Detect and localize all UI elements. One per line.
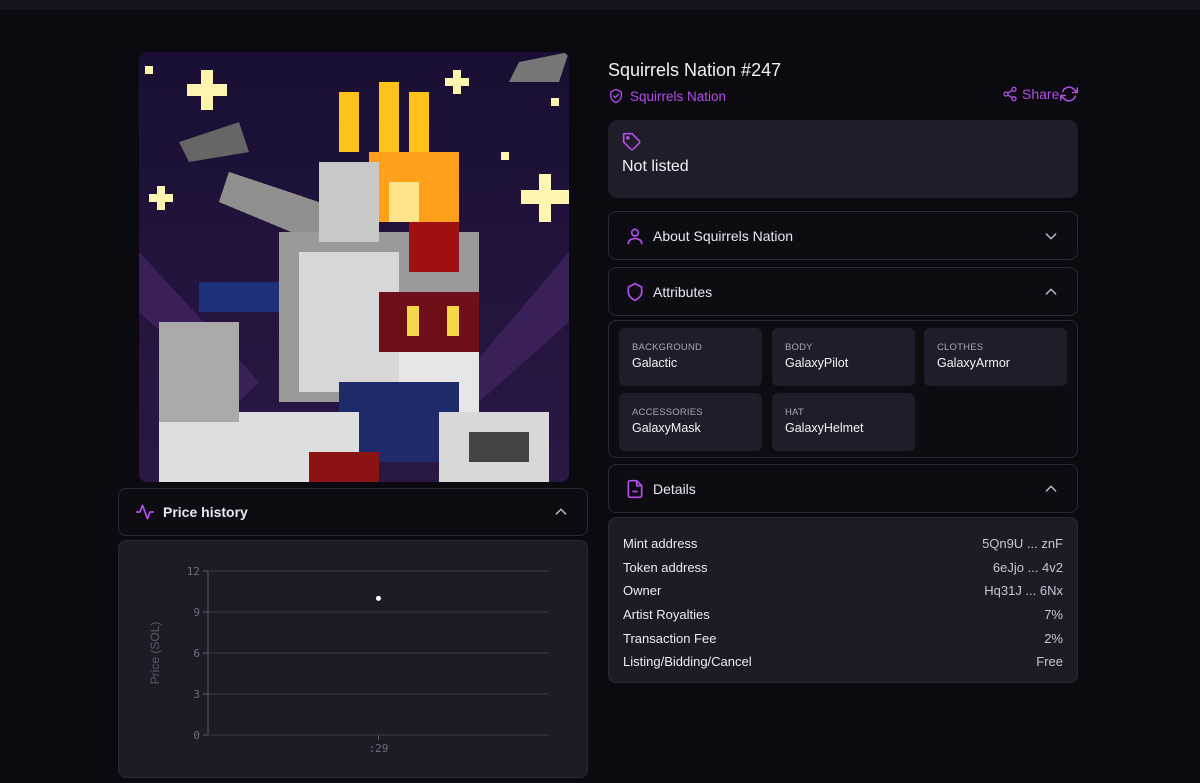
detail-value: Free — [1036, 654, 1063, 670]
detail-key: Listing/Bidding/Cancel — [623, 654, 752, 670]
attribute-value: GalaxyArmor — [937, 356, 1010, 370]
x-tick-label: :29 — [369, 742, 389, 755]
attribute-card: ACCESSORIES GalaxyMask — [619, 393, 762, 451]
y-tick-label: 12 — [187, 565, 200, 578]
listing-card: Not listed — [608, 120, 1078, 198]
verified-shield-icon — [608, 88, 624, 104]
attributes-panel: BACKGROUND Galactic BODY GalaxyPilot CLO… — [608, 320, 1078, 458]
detail-key: Owner — [623, 583, 662, 599]
price-chart-svg: 0 3 6 9 12 :29 Price (SOL) — [148, 565, 549, 755]
nft-title: Squirrels Nation #247 — [608, 60, 782, 80]
attribute-key: BODY — [785, 342, 813, 353]
details-row: Owner Hq31J ... 6Nx — [623, 579, 1063, 603]
about-label: About Squirrels Nation — [653, 227, 794, 244]
attributes-label: Attributes — [653, 283, 713, 300]
share-label: Share — [1022, 86, 1060, 102]
share-button[interactable]: Share — [1002, 86, 1059, 102]
about-collection-accordion[interactable]: About Squirrels Nation — [608, 211, 1078, 260]
attribute-card: BACKGROUND Galactic — [619, 328, 762, 386]
attribute-key: CLOTHES — [937, 342, 984, 353]
attribute-value: GalaxyHelmet — [785, 421, 864, 435]
y-tick-label: 9 — [193, 606, 200, 619]
nft-image — [139, 52, 569, 482]
detail-value: 2% — [1044, 630, 1063, 646]
shield-icon — [625, 281, 647, 303]
detail-value: 7% — [1044, 607, 1063, 623]
y-tick-label: 3 — [193, 688, 200, 701]
attribute-card: HAT GalaxyHelmet — [772, 393, 915, 451]
detail-value[interactable]: Hq31J ... 6Nx — [984, 583, 1063, 598]
collection-link[interactable]: Squirrels Nation — [608, 88, 726, 104]
details-row: Listing/Bidding/Cancel Free — [623, 650, 1063, 674]
y-axis-label: Price (SOL) — [148, 622, 162, 685]
y-tick-label: 6 — [193, 647, 200, 660]
details-accordion[interactable]: Details — [608, 464, 1078, 513]
attribute-value: GalaxyPilot — [785, 356, 849, 370]
data-point — [376, 595, 381, 601]
chevron-up-icon[interactable] — [551, 502, 571, 522]
detail-key: Mint address — [623, 536, 698, 552]
attribute-card: BODY GalaxyPilot — [772, 328, 915, 386]
detail-key: Token address — [623, 559, 708, 575]
share-icon — [1002, 86, 1018, 102]
attribute-value: Galactic — [632, 356, 678, 370]
document-icon — [625, 478, 647, 500]
attribute-key: HAT — [785, 407, 804, 418]
details-label: Details — [653, 480, 696, 497]
attributes-accordion[interactable]: Attributes — [608, 267, 1078, 316]
price-history-chart: 0 3 6 9 12 :29 Price (SOL) — [118, 540, 588, 778]
attribute-card: CLOTHES GalaxyArmor — [924, 328, 1067, 386]
collection-name: Squirrels Nation — [630, 88, 727, 104]
chevron-up-icon[interactable] — [1041, 479, 1061, 499]
refresh-icon[interactable] — [1060, 85, 1078, 103]
user-icon — [625, 225, 647, 247]
detail-key: Artist Royalties — [623, 607, 710, 623]
price-history-header[interactable]: Price history — [118, 488, 588, 536]
top-bar — [0, 0, 1200, 10]
details-row: Artist Royalties 7% — [623, 603, 1063, 627]
chevron-up-icon[interactable] — [1041, 282, 1061, 302]
chevron-down-icon[interactable] — [1041, 226, 1061, 246]
detail-value[interactable]: 6eJjo ... 4v2 — [993, 560, 1063, 575]
attribute-key: BACKGROUND — [632, 342, 703, 353]
details-row: Transaction Fee 2% — [623, 626, 1063, 650]
price-history-title: Price history — [163, 504, 248, 520]
activity-icon — [135, 501, 157, 523]
details-row: Mint address 5Qn9U ... znF — [623, 532, 1063, 556]
tag-icon — [622, 132, 642, 152]
attribute-value: GalaxyMask — [632, 421, 701, 435]
y-tick-label: 0 — [193, 729, 200, 742]
details-row: Token address 6eJjo ... 4v2 — [623, 556, 1063, 580]
listing-status: Not listed — [622, 158, 689, 175]
detail-key: Transaction Fee — [623, 630, 717, 646]
details-panel: Mint address 5Qn9U ... znF Token address… — [608, 517, 1078, 683]
attribute-key: ACCESSORIES — [632, 407, 703, 418]
detail-value[interactable]: 5Qn9U ... znF — [982, 536, 1063, 551]
